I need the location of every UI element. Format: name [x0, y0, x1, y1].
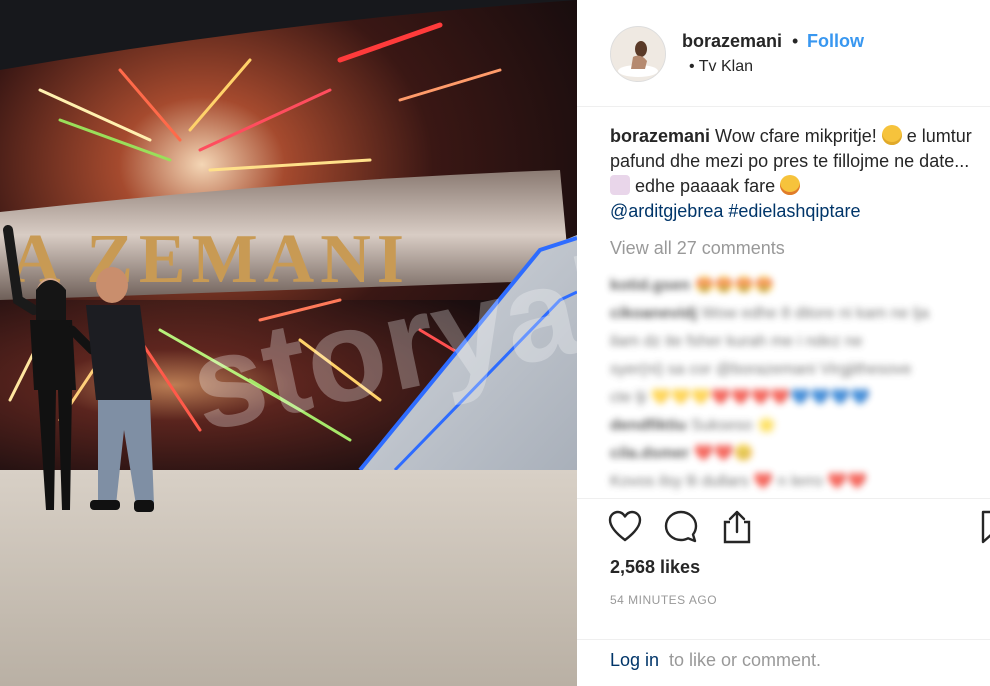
heart-icon: [608, 510, 642, 542]
location-line: • Tv Klan: [689, 58, 753, 76]
login-link[interactable]: Log in: [610, 650, 659, 671]
comment-bubble-icon: [664, 510, 698, 543]
star-struck-emoji-icon: [780, 175, 801, 195]
share-button[interactable]: [719, 509, 755, 545]
post-photo[interactable]: A ZEMANI storyal: [0, 0, 577, 686]
comment-row: kotid.gsen 😍😍😍😍: [610, 277, 775, 294]
comment-row: cte lji 💛💛💛❤️❤️❤️❤️💙💙💙💙: [610, 389, 871, 406]
heart-eyes-emoji-icon: [881, 125, 902, 145]
view-all-comments-link[interactable]: View all 27 comments: [610, 238, 785, 259]
post-username[interactable]: borazemani: [682, 31, 782, 52]
post-side-panel: borazemani • Follow • Tv Klan borazemani…: [577, 0, 990, 686]
comment-row: cikoanevidj Wow edhe 8 ditore ni kam ne …: [610, 305, 929, 322]
comment-row: ilam dz ite fsher kurah me i ndez ne: [610, 333, 863, 350]
follow-button[interactable]: Follow: [807, 31, 864, 52]
location-link[interactable]: Tv Klan: [699, 58, 753, 75]
post-header: borazemani • Follow • Tv Klan: [577, 0, 990, 107]
caption-username[interactable]: borazemani: [610, 126, 710, 146]
comment-row: dendfiktiu Sukseso 🌟: [610, 417, 777, 434]
location-dot: •: [689, 58, 695, 75]
bookmark-icon: [981, 510, 990, 544]
mention-link[interactable]: @arditgjebrea: [610, 201, 723, 221]
login-prompt: Log in to like or comment.: [577, 639, 990, 670]
caption-text-3: edhe paaaak fare: [635, 176, 776, 196]
blurred-comments: kotid.gsen 😍😍😍😍 cikoanevidj Wow edhe 8 d…: [610, 272, 990, 498]
like-button[interactable]: [607, 509, 643, 545]
comment-row: syer(ni) sa cor @borazemani Virgjithesov…: [610, 361, 912, 378]
comment-row: Kovos ilsy lli dullars ❤️ n lerro ❤️❤️: [610, 473, 868, 490]
header-separator: •: [792, 31, 799, 51]
post-timestamp: 54 MINUTES AGO: [610, 593, 718, 607]
post-caption: borazemani Wow cfare mikpritje! e lumtur…: [610, 124, 985, 224]
post-actions: 2,568 likes 54 MINUTES AGO Log in to lik…: [577, 498, 990, 679]
comment-row: cila.dsmer ❤️❤️😊: [610, 445, 754, 462]
share-icon: [723, 510, 751, 544]
login-prompt-text: to like or comment.: [669, 650, 822, 670]
comment-button[interactable]: [663, 509, 699, 545]
likes-count[interactable]: 2,568 likes: [610, 557, 700, 578]
avatar-image: [611, 27, 665, 81]
save-button[interactable]: [977, 509, 990, 545]
stage-photo-illustration: A ZEMANI storyal: [0, 0, 577, 686]
caption-text-1: Wow cfare mikpritje!: [715, 126, 877, 146]
avatar[interactable]: [610, 26, 666, 82]
hashtag-link[interactable]: #edielashqiptare: [728, 201, 860, 221]
person-gesturing-emoji-icon: [610, 175, 630, 195]
